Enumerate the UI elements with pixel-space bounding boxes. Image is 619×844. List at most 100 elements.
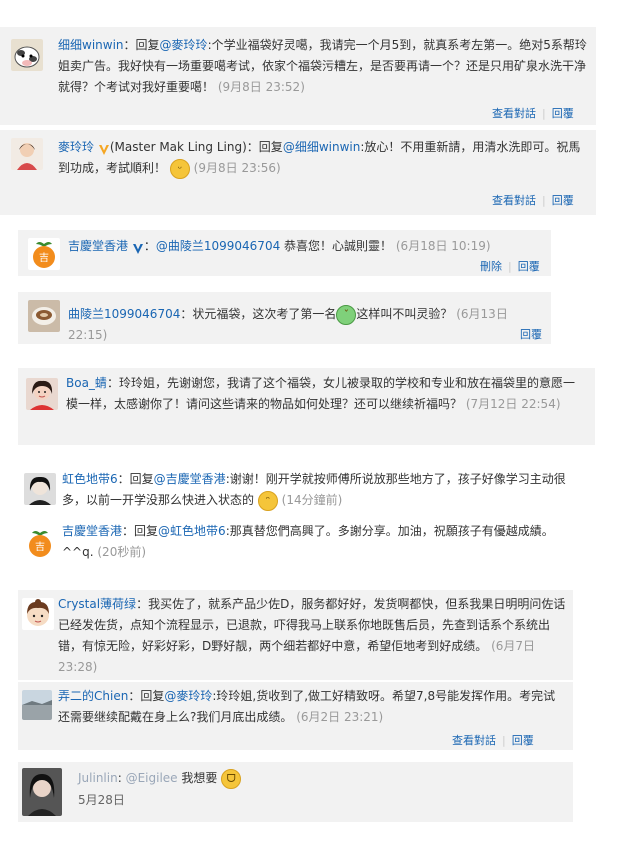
timestamp: (9月8日 23:56) [193,161,281,175]
action-separator: | [502,734,506,747]
colon: : [117,771,122,785]
colon: ： [136,597,149,611]
comment-card-9: 弄二的Chien：回复@麥玲玲:玲玲姐,货收到了,做工好精致呀。希望7,8号能发… [18,682,573,750]
timestamp: (7月12日 22:54) [465,397,561,411]
svg-text:吉: 吉 [35,541,45,553]
avatar-landscape[interactable] [22,690,52,720]
avatar-fortune-logo[interactable]: 吉 [24,527,56,559]
action-separator: | [508,260,512,273]
verified-v-icon [98,142,110,155]
comment-text: Julinlin: @Eigilee 我想要 ᗜ [78,768,558,789]
comment-text: Boa_蜻：玲玲姐，先谢谢您，我请了这个福袋，女儿被录取的学校和专业和放在福袋里… [66,373,586,415]
comment-actions: 刪除 | 回覆 [480,258,540,274]
comment-card-3: 吉 吉慶堂香港 ：@曲陵兰1099046704 恭喜您！心誠則靈！ (6月18日… [18,230,551,276]
comment-text: 曲陵兰1099046704：状元福袋，这次考了第一名 ˇ 这样叫不叫灵验？ (6月1… [68,304,548,346]
mention-link[interactable]: @麥玲玲 [160,38,208,52]
comment-card-2: 麥玲玲 (Master Mak Ling Ling)：回复@细细winwin:放… [0,130,596,215]
colon: ： [143,239,156,253]
reply-prefix: 回复 [140,689,165,703]
avatar-portrait[interactable] [24,473,56,505]
timestamp: (20秒前) [97,545,147,559]
comment-text: 吉慶堂香港 ：@曲陵兰1099046704 恭喜您！心誠則靈！ (6月18日 1… [68,236,548,257]
comment-text: Crystal薄荷绿：我买佐了，就系产品少佐D，服务都好好，发货啊都快，但系我果… [58,594,566,678]
comment-card-10: Julinlin: @Eigilee 我想要 ᗜ 5月28日 [18,762,573,822]
user-link[interactable]: 虹色地带6 [62,472,118,486]
colon: ： [117,472,130,486]
user-link[interactable]: 吉慶堂香港 [62,524,122,538]
comment-text: 弄二的Chien：回复@麥玲玲:玲玲姐,货收到了,做工好精致呀。希望7,8号能发… [58,686,566,728]
comment-text: 麥玲玲 (Master Mak Ling Ling)：回复@细细winwin:放… [58,137,588,179]
avatar-woman[interactable] [11,138,43,170]
avatar-girl[interactable] [26,378,58,410]
action-separator: | [542,107,546,120]
sweat-emoticon-icon: ᵔ [257,490,278,511]
user-link[interactable]: 细细winwin [58,38,124,52]
comment-text: 吉慶堂香港：回复@虹色地带6:那真替您們高興了。多謝分享。加油，祝願孩子有優越成… [62,521,582,563]
user-link[interactable]: 麥玲玲 [58,140,94,154]
reply-prefix: 回复 [134,524,159,538]
view-conversation-link[interactable]: 查看對話 [452,734,496,747]
mention-link[interactable]: @虹色地带6 [158,524,226,538]
mention-link[interactable]: @麥玲玲 [164,689,212,703]
reply-prefix: 回复 [135,38,160,52]
smile-emoticon-icon: ᵕ [169,158,190,179]
svg-text:吉: 吉 [39,252,49,264]
comment-actions: 回覆 [520,326,542,342]
user-link[interactable]: Crystal薄荷绿 [58,597,136,611]
comment-text: 虹色地带6：回复@吉慶堂香港:谢谢！刚开学就按师傅所说放那些地方了，孩子好像学习… [62,469,582,511]
reply-link[interactable]: 回覆 [552,194,574,207]
action-separator: | [542,194,546,207]
avatar-cartoon-girl[interactable] [22,598,54,630]
english-name: (Master Mak Ling Ling) [109,140,247,154]
timestamp: (6月2日 23:21) [296,710,384,724]
reply-link[interactable]: 回覆 [552,107,574,120]
user-link[interactable]: 吉慶堂香港 [68,239,128,253]
colon: ： [128,689,141,703]
avatar-coffee-cup[interactable] [28,300,60,332]
mention-link[interactable]: @曲陵兰1099046704 [156,239,280,253]
comment-actions: 查看對話 | 回覆 [492,105,574,121]
colon: ： [106,376,119,390]
delete-link[interactable]: 刪除 [480,260,502,273]
colon: ： [246,140,259,154]
timestamp: (6月18日 10:19) [395,239,491,253]
avatar-cow[interactable] [11,39,43,71]
comment-card-8: Crystal薄荷绿：我买佐了，就系产品少佐D，服务都好好，发货啊都快，但系我果… [18,590,573,680]
verified-v-icon [132,241,144,254]
mention-link[interactable]: @细细winwin [283,140,361,154]
comment-card-1: 细细winwin：回复@麥玲玲:个学业福袋好灵噶，我请完一个月5到，就真系考左第… [0,27,596,125]
reply-prefix: 回复 [258,140,283,154]
avatar-dark-portrait[interactable] [22,768,62,816]
post-date: 5月28日 [78,793,125,807]
colon: ： [180,307,193,321]
timestamp: (14分鐘前) [281,493,343,507]
user-link[interactable]: 曲陵兰1099046704 [68,307,180,321]
view-conversation-link[interactable]: 查看對話 [492,107,536,120]
mention-link[interactable]: @Eigilee [126,771,178,785]
reply-link[interactable]: 回覆 [518,260,540,273]
comment-actions: 查看對話 | 回覆 [492,192,574,208]
comment-body: 我想要 [177,771,218,785]
comment-card-4: 曲陵兰1099046704：状元福袋，这次考了第一名 ˇ 这样叫不叫灵验？ (6月1… [18,292,551,344]
colon: ： [122,524,135,538]
wanting-emoticon-icon: ᗜ [221,768,242,789]
comment-body-end: 这样叫不叫灵验？ [356,307,453,321]
comment-body: 状元福袋，这次考了第一名 [192,307,337,321]
comment-text: 细细winwin：回复@麥玲玲:个学业福袋好灵噶，我请完一个月5到，就真系考左第… [58,35,588,98]
comment-card-5: Boa_蜻：玲玲姐，先谢谢您，我请了这个福袋，女儿被录取的学校和专业和放在福袋里… [18,368,595,445]
user-link[interactable]: Boa_蜻 [66,376,107,390]
user-link[interactable]: 弄二的Chien [58,689,128,703]
comment-card-7: 吉 吉慶堂香港：回复@虹色地带6:那真替您們高興了。多謝分享。加油，祝願孩子有優… [18,521,595,569]
comment-actions: 查看對話 | 回覆 [452,732,534,748]
view-conversation-link[interactable]: 查看對話 [492,194,536,207]
mention-link[interactable]: @吉慶堂香港 [154,472,226,486]
reply-link[interactable]: 回覆 [512,734,534,747]
reply-prefix: 回复 [129,472,154,486]
reply-link[interactable]: 回覆 [520,328,542,341]
user-link[interactable]: Julinlin [78,771,118,785]
avatar-fortune-logo[interactable]: 吉 [28,238,60,270]
crying-emoticon-icon: ˇ [336,304,357,325]
timestamp: (9月8日 23:52) [217,80,305,94]
comment-card-6: 虹色地带6：回复@吉慶堂香港:谢谢！刚开学就按师傅所说放那些地方了，孩子好像学习… [18,468,595,520]
colon: ： [123,38,136,52]
